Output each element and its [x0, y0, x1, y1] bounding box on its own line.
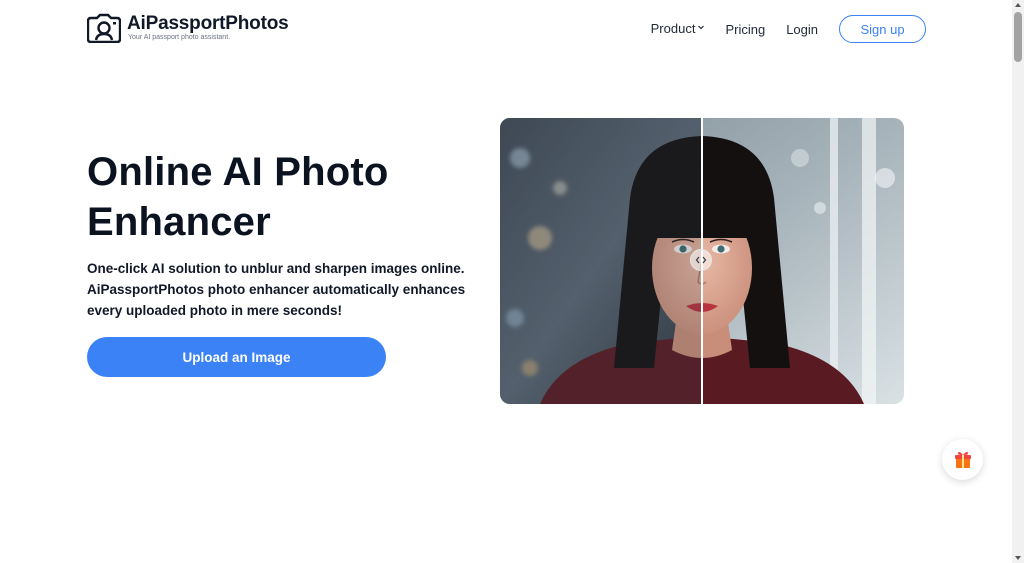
chevron-down-icon	[698, 25, 705, 30]
scrollbar-thumb[interactable]	[1014, 12, 1022, 62]
nav-product[interactable]: Product	[651, 21, 706, 36]
camera-portrait-icon	[87, 13, 121, 43]
left-right-arrows-icon	[695, 256, 707, 264]
upload-image-button[interactable]: Upload an Image	[87, 337, 386, 377]
scroll-down-arrow-icon[interactable]	[1015, 556, 1021, 560]
page-scrollbar[interactable]	[1012, 0, 1024, 563]
compare-slider-handle[interactable]	[690, 249, 712, 271]
site-header: AiPassportPhotos Your AI passport photo …	[0, 0, 1012, 62]
brand-tagline: Your AI passport photo assistant.	[128, 34, 231, 41]
nav-pricing[interactable]: Pricing	[725, 22, 765, 37]
main-nav: Product Pricing Login Sign up	[651, 15, 926, 43]
before-after-comparison[interactable]	[500, 118, 904, 404]
nav-product-label: Product	[650, 20, 696, 36]
gift-icon	[954, 451, 971, 468]
scroll-up-arrow-icon[interactable]	[1015, 3, 1021, 7]
hero-title: Online AI Photo Enhancer	[87, 150, 389, 244]
logo-text: AiPassportPhotos Your AI passport photo …	[127, 14, 289, 42]
signup-button[interactable]: Sign up	[839, 15, 926, 43]
hero-subtitle: One-click AI solution to unblur and shar…	[87, 261, 466, 318]
logo[interactable]: AiPassportPhotos Your AI passport photo …	[87, 13, 289, 43]
nav-login[interactable]: Login	[786, 22, 818, 37]
brand-name: AiPassportPhotos	[127, 13, 289, 34]
gift-button[interactable]	[942, 439, 983, 480]
